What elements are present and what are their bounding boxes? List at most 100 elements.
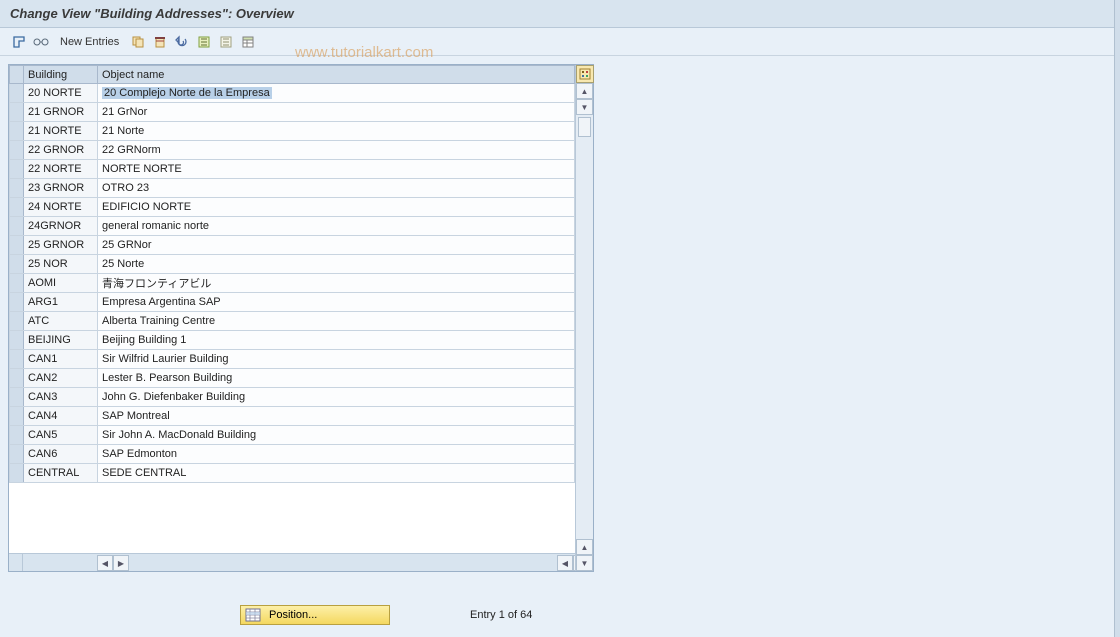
scroll-up-icon[interactable]: ▲ bbox=[576, 83, 593, 99]
table-row[interactable]: CAN3John G. Diefenbaker Building bbox=[10, 388, 575, 407]
building-cell[interactable]: CENTRAL bbox=[24, 464, 98, 483]
building-cell[interactable]: 24GRNOR bbox=[24, 217, 98, 236]
building-cell[interactable]: 22 GRNOR bbox=[24, 141, 98, 160]
table-row[interactable]: CENTRALSEDE CENTRAL bbox=[10, 464, 575, 483]
column-name-header[interactable]: Object name bbox=[98, 66, 575, 84]
building-cell[interactable]: 25 NOR bbox=[24, 255, 98, 274]
row-selector[interactable] bbox=[10, 198, 24, 217]
object-name-cell[interactable]: Beijing Building 1 bbox=[98, 331, 575, 350]
table-row[interactable]: 23 GRNOROTRO 23 bbox=[10, 179, 575, 198]
table-row[interactable]: CAN4SAP Montreal bbox=[10, 407, 575, 426]
new-entries-button[interactable]: New Entries bbox=[54, 33, 125, 51]
table-row[interactable]: CAN1Sir Wilfrid Laurier Building bbox=[10, 350, 575, 369]
building-cell[interactable]: CAN1 bbox=[24, 350, 98, 369]
table-icon[interactable] bbox=[239, 33, 257, 51]
building-cell[interactable]: CAN6 bbox=[24, 445, 98, 464]
table-row[interactable]: 25 GRNOR25 GRNor bbox=[10, 236, 575, 255]
row-selector[interactable] bbox=[10, 426, 24, 445]
building-cell[interactable]: 22 NORTE bbox=[24, 160, 98, 179]
scroll-up-end-icon[interactable]: ▲ bbox=[576, 539, 593, 555]
table-row[interactable]: 21 NORTE21 Norte bbox=[10, 122, 575, 141]
undo-icon[interactable] bbox=[173, 33, 191, 51]
object-name-cell[interactable]: SAP Montreal bbox=[98, 407, 575, 426]
table-row[interactable]: ATCAlberta Training Centre bbox=[10, 312, 575, 331]
object-name-cell[interactable]: John G. Diefenbaker Building bbox=[98, 388, 575, 407]
table-row[interactable]: 22 GRNOR22 GRNorm bbox=[10, 141, 575, 160]
object-name-cell[interactable]: 25 GRNor bbox=[98, 236, 575, 255]
row-selector[interactable] bbox=[10, 350, 24, 369]
building-cell[interactable]: CAN5 bbox=[24, 426, 98, 445]
row-selector[interactable] bbox=[10, 312, 24, 331]
row-selector[interactable] bbox=[10, 103, 24, 122]
row-selector[interactable] bbox=[10, 464, 24, 483]
copy-icon[interactable] bbox=[129, 33, 147, 51]
object-name-cell[interactable]: 20 Complejo Norte de la Empresa bbox=[98, 84, 575, 103]
building-cell[interactable]: 20 NORTE bbox=[24, 84, 98, 103]
table-row[interactable]: 20 NORTE20 Complejo Norte de la Empresa bbox=[10, 84, 575, 103]
row-selector[interactable] bbox=[10, 179, 24, 198]
table-row[interactable]: 24GRNORgeneral romanic norte bbox=[10, 217, 575, 236]
object-name-cell[interactable]: SEDE CENTRAL bbox=[98, 464, 575, 483]
glasses-icon[interactable] bbox=[32, 33, 50, 51]
building-cell[interactable]: 21 NORTE bbox=[24, 122, 98, 141]
table-row[interactable]: 22 NORTENORTE NORTE bbox=[10, 160, 575, 179]
building-cell[interactable]: AOMI bbox=[24, 274, 98, 293]
table-row[interactable]: CAN5Sir John A. MacDonald Building bbox=[10, 426, 575, 445]
object-name-cell[interactable]: 青海フロンティアビル bbox=[98, 274, 575, 293]
object-name-cell[interactable]: Alberta Training Centre bbox=[98, 312, 575, 331]
building-cell[interactable]: BEIJING bbox=[24, 331, 98, 350]
object-name-cell[interactable]: NORTE NORTE bbox=[98, 160, 575, 179]
row-selector[interactable] bbox=[10, 217, 24, 236]
object-name-cell[interactable]: SAP Edmonton bbox=[98, 445, 575, 464]
position-button[interactable]: Position... bbox=[240, 605, 390, 625]
object-name-cell[interactable]: Sir John A. MacDonald Building bbox=[98, 426, 575, 445]
scroll-down-end-icon[interactable]: ▼ bbox=[576, 555, 593, 571]
object-name-cell[interactable]: Empresa Argentina SAP bbox=[98, 293, 575, 312]
building-cell[interactable]: ARG1 bbox=[24, 293, 98, 312]
row-selector[interactable] bbox=[10, 122, 24, 141]
building-cell[interactable]: ATC bbox=[24, 312, 98, 331]
toggle-detail-icon[interactable] bbox=[10, 33, 28, 51]
deselect-all-icon[interactable] bbox=[217, 33, 235, 51]
row-selector[interactable] bbox=[10, 255, 24, 274]
table-settings-icon[interactable] bbox=[576, 65, 594, 83]
table-row[interactable]: CAN2Lester B. Pearson Building bbox=[10, 369, 575, 388]
scroll-track[interactable] bbox=[576, 115, 593, 539]
scroll-down-icon[interactable]: ▼ bbox=[576, 99, 593, 115]
delete-icon[interactable] bbox=[151, 33, 169, 51]
object-name-cell[interactable]: 25 Norte bbox=[98, 255, 575, 274]
building-cell[interactable]: CAN2 bbox=[24, 369, 98, 388]
object-name-cell[interactable]: 21 GrNor bbox=[98, 103, 575, 122]
row-selector[interactable] bbox=[10, 293, 24, 312]
table-row[interactable]: 21 GRNOR21 GrNor bbox=[10, 103, 575, 122]
row-selector[interactable] bbox=[10, 331, 24, 350]
object-name-cell[interactable]: general romanic norte bbox=[98, 217, 575, 236]
row-selector[interactable] bbox=[10, 274, 24, 293]
table-row[interactable]: 24 NORTEEDIFICIO NORTE bbox=[10, 198, 575, 217]
object-name-cell[interactable]: EDIFICIO NORTE bbox=[98, 198, 575, 217]
building-cell[interactable]: CAN3 bbox=[24, 388, 98, 407]
row-selector[interactable] bbox=[10, 388, 24, 407]
select-all-icon[interactable] bbox=[195, 33, 213, 51]
building-cell[interactable]: 23 GRNOR bbox=[24, 179, 98, 198]
building-cell[interactable]: 25 GRNOR bbox=[24, 236, 98, 255]
row-selector-header[interactable] bbox=[10, 66, 24, 84]
table-row[interactable]: BEIJINGBeijing Building 1 bbox=[10, 331, 575, 350]
row-selector[interactable] bbox=[10, 160, 24, 179]
object-name-cell[interactable]: Sir Wilfrid Laurier Building bbox=[98, 350, 575, 369]
row-selector[interactable] bbox=[10, 407, 24, 426]
h-scroll-left-icon[interactable]: ◀ bbox=[97, 555, 113, 571]
object-name-cell[interactable]: OTRO 23 bbox=[98, 179, 575, 198]
row-selector[interactable] bbox=[10, 445, 24, 464]
building-cell[interactable]: 24 NORTE bbox=[24, 198, 98, 217]
row-selector[interactable] bbox=[10, 84, 24, 103]
h-scroll-left-end-icon[interactable]: ◀ bbox=[557, 555, 573, 571]
row-selector[interactable] bbox=[10, 141, 24, 160]
table-row[interactable]: AOMI青海フロンティアビル bbox=[10, 274, 575, 293]
row-selector[interactable] bbox=[10, 236, 24, 255]
column-building-header[interactable]: Building bbox=[24, 66, 98, 84]
table-row[interactable]: CAN6SAP Edmonton bbox=[10, 445, 575, 464]
table-row[interactable]: ARG1Empresa Argentina SAP bbox=[10, 293, 575, 312]
building-cell[interactable]: CAN4 bbox=[24, 407, 98, 426]
building-cell[interactable]: 21 GRNOR bbox=[24, 103, 98, 122]
